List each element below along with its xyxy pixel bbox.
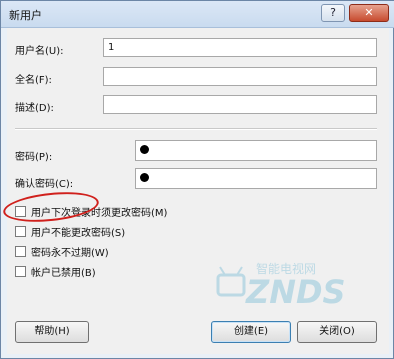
password-label: 密码(P): bbox=[15, 152, 53, 163]
password-never-expires-label[interactable]: 密码永不过期(W) bbox=[31, 244, 109, 259]
account-disabled-checkbox[interactable] bbox=[15, 266, 26, 277]
create-button[interactable]: 创建(E) bbox=[211, 321, 291, 343]
cannot-change-password-label[interactable]: 用户不能更改密码(S) bbox=[31, 224, 125, 239]
fullname-field[interactable] bbox=[103, 67, 377, 86]
password-never-expires-checkbox[interactable] bbox=[15, 246, 26, 257]
help-button[interactable]: 帮助(H) bbox=[15, 321, 89, 343]
must-change-password-label[interactable]: 用户下次登录时须更改密码(M) bbox=[31, 204, 167, 219]
dialog-body: 用户名(U): 1 全名(F): 描述(D): 密码(P): 确认密码(C): … bbox=[7, 28, 389, 354]
dialog-title: 新用户 bbox=[9, 9, 42, 22]
separator bbox=[15, 128, 377, 130]
title-bar[interactable]: 新用户 ? ✕ bbox=[1, 1, 394, 28]
password-mask-dot bbox=[140, 173, 149, 182]
description-field[interactable] bbox=[103, 95, 377, 114]
username-label: 用户名(U): bbox=[15, 46, 64, 57]
username-field[interactable]: 1 bbox=[103, 38, 377, 57]
confirm-password-label: 确认密码(C): bbox=[15, 179, 74, 190]
cannot-change-password-checkbox[interactable] bbox=[15, 226, 26, 237]
new-user-dialog: 新用户 ? ✕ 用户名(U): 1 全名(F): 描述(D): 密码(P): 确… bbox=[0, 0, 394, 359]
close-icon[interactable]: ✕ bbox=[349, 4, 389, 22]
confirm-password-field[interactable] bbox=[135, 168, 377, 189]
password-mask-dot bbox=[140, 145, 149, 154]
password-field[interactable] bbox=[135, 140, 377, 161]
description-label: 描述(D): bbox=[15, 103, 54, 114]
fullname-label: 全名(F): bbox=[15, 75, 52, 86]
must-change-password-checkbox[interactable] bbox=[15, 206, 26, 217]
help-icon[interactable]: ? bbox=[321, 4, 345, 22]
account-disabled-label[interactable]: 帐户已禁用(B) bbox=[31, 264, 96, 279]
close-button[interactable]: 关闭(O) bbox=[297, 321, 377, 343]
